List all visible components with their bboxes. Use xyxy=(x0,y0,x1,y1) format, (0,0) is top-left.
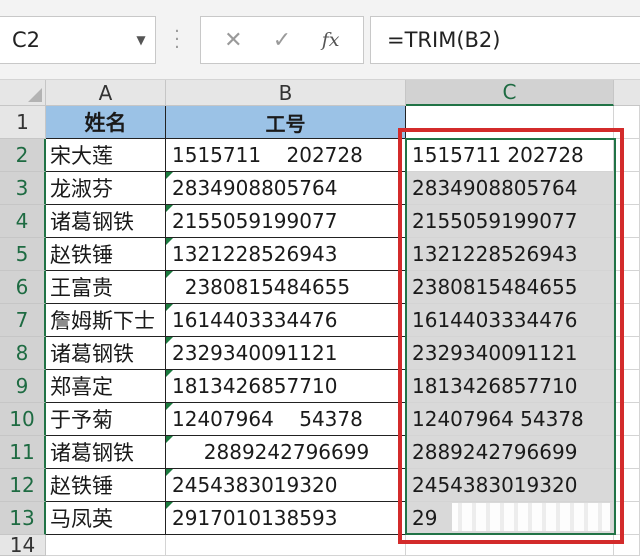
cell-a1[interactable]: 姓名 xyxy=(46,106,166,139)
cell-a7[interactable]: 詹姆斯下士 xyxy=(46,304,166,337)
error-indicator-icon xyxy=(166,271,173,278)
cell-d4[interactable] xyxy=(614,205,640,238)
row-header-1[interactable]: 1 xyxy=(0,106,46,139)
row-header-3[interactable]: 3 xyxy=(0,172,46,205)
cell-a6[interactable]: 王富贵 xyxy=(46,271,166,304)
cell-c3[interactable]: 2834908805764 xyxy=(406,172,614,205)
error-indicator-icon xyxy=(166,502,173,509)
row-header-12[interactable]: 12 xyxy=(0,469,46,502)
cell-b11[interactable]: 2889242796699 xyxy=(166,436,406,469)
cell-d10[interactable] xyxy=(614,403,640,436)
error-indicator-icon xyxy=(166,337,173,344)
column-header-d[interactable] xyxy=(614,80,640,106)
more-options-icon[interactable]: · · · xyxy=(170,23,184,57)
row-header-8[interactable]: 8 xyxy=(0,337,46,370)
row-header-6[interactable]: 6 xyxy=(0,271,46,304)
cell-a14[interactable] xyxy=(46,535,166,556)
cell-a4[interactable]: 诸葛钢铁 xyxy=(46,205,166,238)
cell-c8[interactable]: 2329340091121 xyxy=(406,337,614,370)
cell-c5[interactable]: 1321228526943 xyxy=(406,238,614,271)
cell-c6[interactable]: 2380815484655 xyxy=(406,271,614,304)
row-header-14[interactable]: 14 xyxy=(0,533,46,556)
formula-text: =TRIM(B2) xyxy=(387,28,501,52)
cell-c2[interactable]: 1515711 202728 xyxy=(406,139,614,172)
cell-b4[interactable]: 2155059199077 xyxy=(166,205,406,238)
cell-c4[interactable]: 2155059199077 xyxy=(406,205,614,238)
error-indicator-icon xyxy=(166,436,173,443)
cell-a10[interactable]: 于予菊 xyxy=(46,403,166,436)
cell-b10[interactable]: 12407964 54378 xyxy=(166,403,406,436)
cell-a5[interactable]: 赵铁锤 xyxy=(46,238,166,271)
cell-b5[interactable]: 1321228526943 xyxy=(166,238,406,271)
cell-b2[interactable]: 1515711 202728 xyxy=(166,139,406,172)
cell-d11[interactable] xyxy=(614,436,640,469)
error-indicator-icon xyxy=(166,370,173,377)
spreadsheet-grid: A B C 1 姓名 工号 2 宋大莲 1515711 202728 1515711 … xyxy=(0,80,640,556)
row-header-2[interactable]: 2 xyxy=(0,139,46,172)
cell-b12[interactable]: 2454383019320 xyxy=(166,469,406,502)
cell-b9[interactable]: 1813426857710 xyxy=(166,370,406,403)
cell-b6[interactable]: 2380815484655 xyxy=(166,271,406,304)
cell-a13[interactable]: 马凤英 xyxy=(46,502,166,535)
cell-b13[interactable]: 2917010138593 xyxy=(166,502,406,535)
cell-b3[interactable]: 2834908805764 xyxy=(166,172,406,205)
cell-d7[interactable] xyxy=(614,304,640,337)
cell-d1[interactable] xyxy=(614,106,640,139)
cell-d8[interactable] xyxy=(614,337,640,370)
row-header-10[interactable]: 10 xyxy=(0,403,46,436)
cell-b14[interactable] xyxy=(166,535,406,556)
error-indicator-icon xyxy=(166,238,173,245)
cell-c11[interactable]: 2889242796699 xyxy=(406,436,614,469)
cell-a11[interactable]: 诸葛钢铁 xyxy=(46,436,166,469)
watermark-overlay xyxy=(452,503,610,531)
column-header-b[interactable]: B xyxy=(166,80,406,106)
insert-function-icon[interactable]: fx xyxy=(311,20,351,60)
name-box[interactable]: C2 ▼ xyxy=(0,16,156,64)
cell-c12[interactable]: 2454383019320 xyxy=(406,469,614,502)
cancel-icon[interactable]: ✕ xyxy=(213,20,253,60)
cell-c1[interactable] xyxy=(406,106,614,139)
cell-d6[interactable] xyxy=(614,271,640,304)
cell-d12[interactable] xyxy=(614,469,640,502)
row-header-9[interactable]: 9 xyxy=(0,370,46,403)
formula-buttons: ✕ ✓ fx xyxy=(200,16,364,64)
cell-b7[interactable]: 1614403334476 xyxy=(166,304,406,337)
column-header-a[interactable]: A xyxy=(46,80,166,106)
cell-c9[interactable]: 1813426857710 xyxy=(406,370,614,403)
cell-d13[interactable] xyxy=(614,502,640,535)
cell-d2[interactable] xyxy=(614,139,640,172)
cell-d14[interactable] xyxy=(614,535,640,556)
chevron-down-icon[interactable]: ▼ xyxy=(127,33,155,47)
error-indicator-icon xyxy=(166,304,173,311)
cell-a3[interactable]: 龙淑芬 xyxy=(46,172,166,205)
error-indicator-icon xyxy=(166,403,173,410)
cell-c10[interactable]: 12407964 54378 xyxy=(406,403,614,436)
error-indicator-icon xyxy=(166,172,173,179)
select-all-triangle-icon xyxy=(28,88,42,102)
cell-d3[interactable] xyxy=(614,172,640,205)
cell-a2[interactable]: 宋大莲 xyxy=(46,139,166,172)
row-header-5[interactable]: 5 xyxy=(0,238,46,271)
enter-check-icon[interactable]: ✓ xyxy=(262,20,302,60)
cell-b8[interactable]: 2329340091121 xyxy=(166,337,406,370)
formula-input[interactable]: =TRIM(B2) xyxy=(370,16,640,64)
row-header-13[interactable]: 13 xyxy=(0,502,46,535)
cell-a12[interactable]: 赵铁锤 xyxy=(46,469,166,502)
cell-c7[interactable]: 1614403334476 xyxy=(406,304,614,337)
formula-bar: C2 ▼ · · · ✕ ✓ fx =TRIM(B2) xyxy=(0,0,640,80)
row-header-4[interactable]: 4 xyxy=(0,205,46,238)
cell-a8[interactable]: 诸葛钢铁 xyxy=(46,337,166,370)
cell-d9[interactable] xyxy=(614,370,640,403)
select-all-corner[interactable] xyxy=(0,80,46,106)
row-header-11[interactable]: 11 xyxy=(0,436,46,469)
cell-b1[interactable]: 工号 xyxy=(166,106,406,139)
name-box-value: C2 xyxy=(12,28,41,52)
error-indicator-icon xyxy=(166,469,173,476)
error-indicator-icon xyxy=(166,205,173,212)
cell-a9[interactable]: 郑喜定 xyxy=(46,370,166,403)
row-header-7[interactable]: 7 xyxy=(0,304,46,337)
cell-c14[interactable] xyxy=(406,535,614,556)
cell-d5[interactable] xyxy=(614,238,640,271)
column-header-c[interactable]: C xyxy=(406,80,614,106)
